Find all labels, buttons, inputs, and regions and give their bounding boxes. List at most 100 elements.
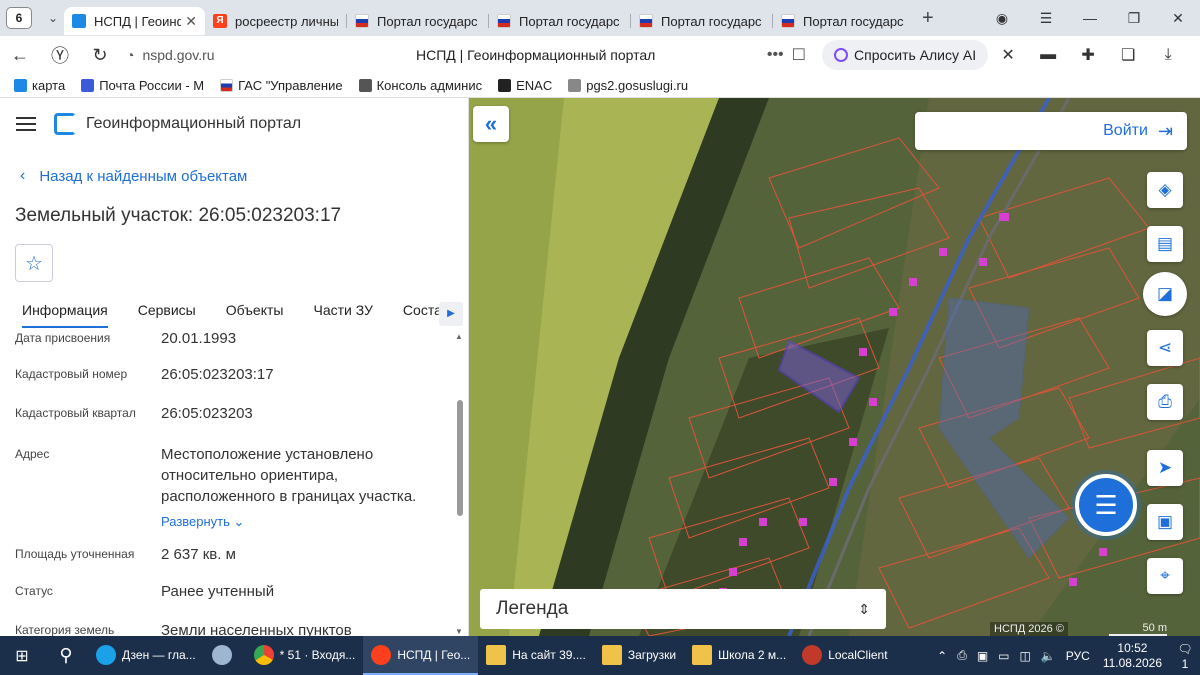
url-field[interactable]: ◔ nspd.gov.ru НСПД | Геоинформационный п…: [126, 40, 806, 70]
panel-scrollbar[interactable]: ▲ ▼: [455, 330, 465, 636]
reload-icon[interactable]: ↻: [80, 45, 120, 66]
taskbar-app[interactable]: На сайт 39....: [478, 636, 594, 675]
tabs-next-arrow-icon[interactable]: ▶: [439, 302, 463, 326]
bookmark-item[interactable]: ENAC: [498, 78, 552, 93]
scrollbar-thumb[interactable]: [457, 400, 463, 516]
star-icon: ☆: [25, 252, 43, 275]
bookmark-item[interactable]: Консоль админис: [358, 78, 482, 93]
tab-gosuslugi-1[interactable]: Портал государс: [347, 7, 488, 35]
profile-icon[interactable]: ◉: [980, 10, 1024, 27]
yandex-home-icon[interactable]: Ⓨ: [40, 42, 80, 68]
site-info-icon[interactable]: ◔: [126, 47, 134, 63]
tab-title: Портал государс: [519, 13, 620, 29]
vpn-icon[interactable]: ▬: [1028, 46, 1068, 64]
tab-gosuslugi-2[interactable]: Портал государс: [489, 7, 630, 35]
tray-expand-icon[interactable]: ⌃: [937, 649, 947, 663]
info-key: Категория земель: [15, 623, 115, 636]
tab-gosuslugi-3[interactable]: Портал государс: [631, 7, 772, 35]
taskbar-app[interactable]: * 51 · Входя...: [246, 636, 364, 675]
tab-services[interactable]: Сервисы: [138, 298, 196, 328]
taskbar-app[interactable]: [204, 636, 246, 675]
map-view[interactable]: « Войти ⇥ ◈ ▤ ◪ ⋖ ⎙ ➤ ▣ ⌖ ☰ Легенда ⇕ НСПД…: [469, 98, 1200, 636]
volume-tray-icon[interactable]: 🔈: [1041, 649, 1056, 663]
localclient-app-icon: [802, 644, 823, 665]
bookmark-item[interactable]: Почта России - М: [81, 78, 204, 93]
chrome-app-icon: [253, 644, 274, 665]
ruler-icon: ▤: [1156, 234, 1174, 253]
favorite-star-button[interactable]: ☆: [15, 244, 53, 282]
main-menu-fab[interactable]: ☰: [1075, 474, 1137, 536]
alice-button[interactable]: Спросить Алису AI: [822, 40, 989, 70]
bookmark-item[interactable]: ГАС "Управление: [220, 78, 343, 93]
scroll-up-icon[interactable]: ▲: [455, 332, 463, 341]
extension-icon[interactable]: ✕: [988, 45, 1028, 65]
chat-button[interactable]: ◪: [1143, 272, 1187, 316]
minimize-icon[interactable]: —: [1068, 10, 1112, 26]
tab-nspd[interactable]: НСПД | Геоинф ✕: [64, 7, 205, 35]
url-host: nspd.gov.ru: [142, 47, 215, 63]
tab-rosreestr[interactable]: Яросреестр личны: [205, 7, 346, 35]
network-tray-icon[interactable]: ◫: [1020, 649, 1031, 663]
locate-button[interactable]: ➤: [1147, 450, 1183, 486]
tab-parts[interactable]: Части ЗУ: [313, 298, 372, 328]
downloads-icon[interactable]: ⤓: [1148, 46, 1188, 64]
tab-objects[interactable]: Объекты: [226, 298, 284, 328]
close-window-icon[interactable]: ✕: [1156, 10, 1200, 27]
clock[interactable]: 10:52 11.08.2026: [1103, 641, 1162, 671]
share-button[interactable]: ⋖: [1147, 330, 1183, 366]
printer-tray-icon[interactable]: ⎙: [957, 648, 967, 663]
bookmark-label: Почта России - М: [99, 78, 205, 93]
pin-search-button[interactable]: ⌖: [1147, 558, 1183, 594]
object-title: Земельный участок: 26:05:023203:17: [15, 205, 342, 226]
tab-list-chevron-icon[interactable]: ⌄: [42, 11, 64, 25]
taskbar-app[interactable]: НСПД | Гео...: [363, 636, 479, 675]
minimap-button[interactable]: ▣: [1147, 504, 1183, 540]
back-to-results-link[interactable]: ‹ Назад к найденным объектам: [20, 167, 247, 185]
bookmark-favicon-icon: [81, 79, 95, 92]
taskbar-app[interactable]: Школа 2 м...: [684, 636, 794, 675]
bookmark-item[interactable]: pgs2.gosuslugi.ru: [568, 78, 688, 93]
windows-start-icon[interactable]: ⊞: [0, 646, 44, 666]
tab-gosuslugi-4[interactable]: Портал государс: [773, 7, 914, 35]
bookmark-item[interactable]: карта: [14, 78, 65, 93]
app-tray-icon[interactable]: ▣: [977, 649, 988, 663]
taskbar-app[interactable]: Загрузки: [594, 636, 684, 675]
login-button[interactable]: Войти ⇥: [915, 112, 1187, 150]
layers-button[interactable]: ◈: [1147, 172, 1183, 208]
taskbar-app[interactable]: Дзен — гла...: [88, 636, 204, 675]
taskbar-app-label: Загрузки: [627, 647, 677, 662]
monitor-tray-icon[interactable]: ▭: [998, 649, 1009, 663]
tab-information[interactable]: Информация: [22, 298, 108, 328]
legend-select[interactable]: Легенда ⇕: [480, 589, 886, 629]
info-key: Кадастровый номер: [15, 367, 128, 381]
search-icon[interactable]: ⚲: [44, 645, 88, 666]
alice-icon: [834, 48, 848, 62]
tab-sidebar-icon[interactable]: ☰: [1024, 10, 1068, 27]
chat-icon: ◪: [1156, 284, 1174, 303]
print-button[interactable]: ⎙: [1147, 384, 1183, 420]
tab-count-button[interactable]: 6: [6, 7, 32, 29]
url-page-title: НСПД | Геоинформационный портал: [415, 47, 656, 63]
puzzle-icon[interactable]: ✚: [1068, 45, 1108, 65]
window-controls: ◉ ☰ — ❐ ✕: [980, 0, 1200, 36]
scroll-down-icon[interactable]: ▼: [455, 627, 463, 636]
restore-icon[interactable]: ❐: [1112, 10, 1156, 27]
info-value-address: Местоположение установлено относительно …: [161, 444, 441, 532]
collapse-panel-button[interactable]: «: [473, 106, 509, 142]
close-tab-icon[interactable]: ✕: [185, 13, 197, 30]
browser-tab-bar: 6 ⌄ НСПД | Геоинф ✕ Яросреестр личны Порт…: [0, 0, 1200, 36]
collections-icon[interactable]: ❏: [1108, 45, 1148, 65]
paint-app-icon: [211, 644, 232, 665]
expand-link[interactable]: Развернуть ⌄: [161, 511, 441, 532]
language-indicator[interactable]: РУС: [1066, 649, 1090, 663]
menu-icon[interactable]: [16, 117, 36, 131]
more-icon[interactable]: •••: [767, 46, 784, 64]
back-arrow-icon[interactable]: ←: [0, 45, 40, 66]
new-tab-button[interactable]: +: [922, 7, 934, 30]
notifications-button[interactable]: 🗨1: [1170, 641, 1200, 671]
ruler-button[interactable]: ▤: [1147, 226, 1183, 262]
taskbar-app[interactable]: LocalClient: [794, 636, 895, 675]
chevron-down-icon: ⌄: [233, 514, 245, 529]
bookmark-icon[interactable]: ☐: [792, 45, 806, 65]
zen-app-icon: [96, 644, 116, 665]
